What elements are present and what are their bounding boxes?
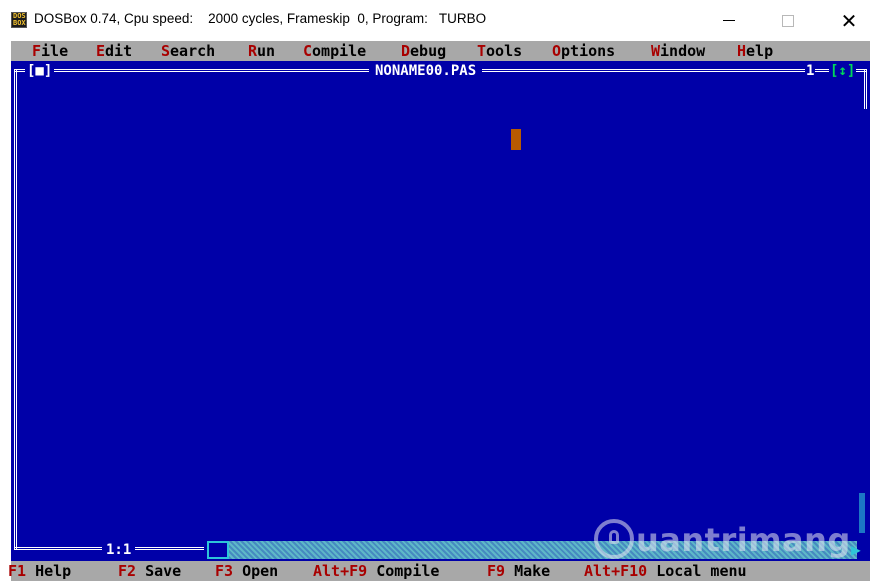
- cursor-position: 1:1: [102, 540, 136, 560]
- minimize-icon: [723, 20, 735, 21]
- menu-compile[interactable]: Compile: [303, 41, 366, 61]
- minimize-button[interactable]: [706, 0, 752, 41]
- close-button[interactable]: ✕: [826, 0, 870, 41]
- status-compile[interactable]: Alt+F9 Compile: [313, 561, 439, 581]
- menu-debug[interactable]: Debug: [401, 41, 446, 61]
- menu-edit[interactable]: Edit: [96, 41, 132, 61]
- window-title: DOSBox 0.74, Cpu speed: 2000 cycles, Fra…: [34, 11, 487, 26]
- menu-run[interactable]: Run: [248, 41, 275, 61]
- maximize-button[interactable]: [765, 0, 811, 41]
- watermark-text: uantrimang: [636, 521, 851, 559]
- lightbulb-icon: [594, 519, 634, 559]
- menu-search[interactable]: Search: [161, 41, 215, 61]
- close-icon: ✕: [840, 8, 858, 33]
- horizontal-scroll-thumb[interactable]: [207, 541, 229, 559]
- status-open[interactable]: F3 Open: [215, 561, 278, 581]
- status-save[interactable]: F2 Save: [118, 561, 181, 581]
- app-icon-label: DOS BOX: [13, 12, 26, 27]
- status-bar: F1 Help F2 Save F3 Open Alt+F9 Compile F…: [8, 561, 870, 581]
- maximize-icon: [782, 14, 794, 27]
- window-number: 1: [805, 61, 816, 81]
- menu-file[interactable]: File: [32, 41, 68, 61]
- dosbox-app-icon[interactable]: DOS BOX: [11, 12, 27, 28]
- window-close-box[interactable]: [■]: [25, 61, 55, 81]
- editor-frame-left: [14, 69, 21, 550]
- status-make[interactable]: F9 Make: [487, 561, 550, 581]
- status-local-menu[interactable]: Alt+F10 Local menu: [584, 561, 747, 581]
- dos-screen[interactable]: File Edit Search Run Compile Debug Tools…: [8, 41, 870, 581]
- window-zoom-box[interactable]: [↕]: [829, 61, 857, 81]
- menu-bar: File Edit Search Run Compile Debug Tools…: [11, 41, 870, 61]
- menu-window[interactable]: Window: [651, 41, 705, 61]
- menu-help[interactable]: Help: [737, 41, 773, 61]
- menu-options[interactable]: Options: [552, 41, 615, 61]
- editor-frame-right: [864, 69, 870, 109]
- text-cursor: [511, 129, 521, 150]
- watermark: uantrimang: [594, 517, 870, 563]
- editor-filename: NONAME00.PAS: [369, 61, 483, 81]
- status-help[interactable]: F1 Help: [8, 561, 71, 581]
- window-titlebar[interactable]: DOS BOX DOSBox 0.74, Cpu speed: 2000 cyc…: [0, 0, 870, 41]
- menu-tools[interactable]: Tools: [477, 41, 522, 61]
